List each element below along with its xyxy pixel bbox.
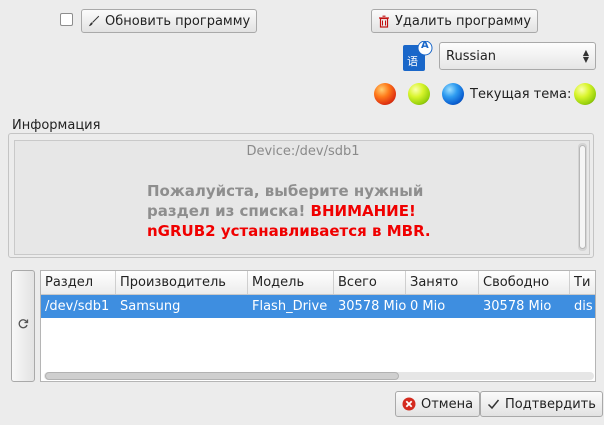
table-cell: 0 Mio	[410, 299, 446, 314]
table-cell: /dev/sdb1	[45, 299, 110, 314]
column-header[interactable]: Всего	[334, 271, 406, 294]
theme-red-ball[interactable]	[374, 83, 396, 105]
confirm-button[interactable]: Подтвердить	[480, 391, 603, 417]
table-header: Раздел Производитель Модель Всего Занято…	[41, 271, 595, 295]
column-header[interactable]: Свободно	[479, 271, 570, 294]
cancel-button[interactable]: Отмена	[395, 391, 481, 417]
update-program-label: Обновить программу	[105, 13, 251, 29]
column-header[interactable]: Занято	[406, 271, 479, 294]
language-icon-cn: 语	[407, 55, 418, 68]
table-scrollbar-thumb[interactable]	[45, 372, 399, 380]
info-line-1: Пожалуйста, выберите нужный	[147, 182, 424, 200]
options-checkbox[interactable]	[60, 13, 73, 26]
language-icon-a: A	[421, 40, 429, 51]
column-header[interactable]: Раздел	[41, 271, 116, 294]
checkmark-icon	[487, 398, 500, 410]
current-theme-label: Текущая тема:	[470, 87, 572, 102]
cancel-icon	[402, 397, 416, 411]
information-group-label: Информация	[12, 118, 101, 133]
column-header[interactable]: Ти	[570, 271, 595, 294]
info-device-text: Device:/dev/sdb1	[246, 144, 360, 159]
info-vertical-scrollbar[interactable]	[578, 143, 587, 251]
table-cell: Samsung	[120, 299, 181, 314]
table-horizontal-scrollbar[interactable]	[44, 372, 594, 380]
table-cell: Flash_Drive	[252, 299, 328, 314]
cancel-label: Отмена	[421, 396, 474, 412]
brush-icon	[88, 15, 100, 27]
info-line-3: nGRUB2 устанавливается в MBR.	[147, 222, 431, 240]
delete-program-label: Удалить программу	[395, 13, 532, 29]
theme-blue-ball[interactable]	[442, 83, 464, 105]
info-message: Пожалуйста, выберите нужный раздел из сп…	[147, 181, 431, 241]
current-theme-ball	[574, 83, 596, 105]
table-cell: 30578 Mio	[483, 299, 552, 314]
table-cell: dis	[574, 299, 593, 314]
update-program-button[interactable]: Обновить программу	[81, 9, 258, 33]
info-line-2-text: раздел из списка!	[147, 202, 311, 220]
select-arrows-icon: ▲ ▼	[582, 48, 589, 64]
table-row[interactable]: /dev/sdb1 Samsung Flash_Drive 30578 Mio …	[41, 295, 595, 318]
language-select[interactable]: Russian ▲ ▼	[439, 42, 596, 70]
delete-program-button[interactable]: Удалить программу	[371, 9, 539, 33]
trash-icon	[378, 15, 390, 28]
info-scrollbar-thumb[interactable]	[579, 145, 586, 249]
info-warning-text: ВНИМАНИЕ!	[310, 202, 416, 220]
refresh-button[interactable]	[11, 270, 35, 382]
confirm-label: Подтвердить	[505, 396, 596, 412]
language-icon: A 语	[403, 40, 433, 71]
refresh-icon	[17, 318, 29, 334]
partition-table: Раздел Производитель Модель Всего Занято…	[40, 270, 596, 382]
info-line-2: раздел из списка! ВНИМАНИЕ!	[147, 201, 431, 221]
information-box: Device:/dev/sdb1 Пожалуйста, выберите ну…	[14, 140, 590, 255]
column-header[interactable]: Модель	[248, 271, 334, 294]
theme-green-ball[interactable]	[408, 83, 430, 105]
language-select-value: Russian	[446, 48, 497, 64]
column-header[interactable]: Производитель	[116, 271, 248, 294]
table-cell: 30578 Mio	[338, 299, 406, 314]
